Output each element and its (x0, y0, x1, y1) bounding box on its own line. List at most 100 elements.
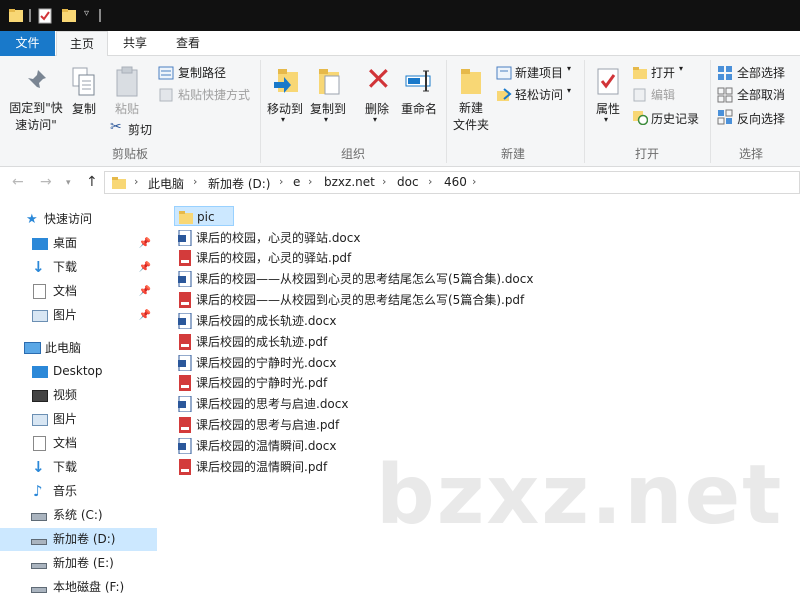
up-arrow-icon[interactable]: ↑ (86, 174, 98, 190)
breadcrumb-chevron-icon[interactable]: › (428, 175, 432, 188)
sidebar-item-videos[interactable]: 视频 (0, 384, 157, 407)
copy-button[interactable]: 复制 (67, 66, 101, 116)
pin-icon[interactable]: 📌 (139, 280, 151, 303)
back-arrow-icon[interactable]: ← (12, 174, 24, 190)
sidebar-item-label: 下载 (53, 260, 78, 274)
breadcrumb-item[interactable]: doc (397, 175, 419, 189)
file-name: 课后的校园，心灵的驿站.docx (196, 231, 361, 245)
pdf-file-icon (179, 292, 191, 308)
list-item[interactable]: pic (174, 206, 234, 226)
copy-label: 复制 (71, 102, 96, 116)
sidebar-item-label: 新加卷 (D:) (53, 532, 116, 546)
history-label: 历史记录 (651, 112, 700, 126)
new-item-dropdown-icon: ▾ (567, 64, 572, 73)
properties-button[interactable]: 属性 ▾ (588, 66, 628, 128)
title-separator (29, 9, 31, 22)
group-separator (260, 60, 261, 163)
breadcrumb-chevron-icon[interactable]: › (279, 175, 283, 188)
breadcrumb-item[interactable]: e (293, 175, 300, 189)
breadcrumb-chevron-icon[interactable]: › (308, 175, 312, 188)
file-name: 课后的校园——从校园到心灵的思考结尾怎么写(5篇合集).docx (196, 272, 534, 286)
pin-icon[interactable]: 📌 (139, 256, 151, 279)
clipboard-group-label: 剪贴板 (111, 147, 148, 161)
tab-home[interactable]: 主页 (56, 31, 108, 57)
docx-file-icon (178, 271, 192, 287)
group-separator (584, 60, 585, 163)
sidebar-item-label: 桌面 (53, 236, 78, 250)
group-separator (710, 60, 711, 163)
sidebar-item-label: 新加卷 (E:) (53, 556, 114, 570)
paste-shortcut-label: 粘贴快捷方式 (178, 88, 251, 102)
file-name: 课后校园的成长轨迹.docx (196, 314, 337, 328)
select-none-label: 全部取消 (737, 88, 786, 102)
sidebar-item-pictures-quick[interactable]: 图片 📌 (0, 304, 157, 327)
breadcrumb-item[interactable]: 新加卷 (D:) (208, 175, 270, 192)
breadcrumb-chevron-icon[interactable]: › (472, 175, 476, 188)
sidebar-item-this-pc[interactable]: 此电脑 (0, 337, 157, 360)
tab-view[interactable]: 查看 (163, 31, 213, 56)
new-folder-icon (461, 69, 481, 94)
breadcrumb-item[interactable]: 此电脑 (148, 175, 184, 192)
sidebar-item-downloads[interactable]: ↓ 下载 (0, 456, 157, 479)
sidebar-item-documents-quick[interactable]: 文档 📌 (0, 280, 157, 303)
properties-icon[interactable] (37, 7, 53, 24)
download-icon: ↓ (32, 458, 45, 476)
sidebar-item-pictures[interactable]: 图片 (0, 408, 157, 431)
sidebar-item-downloads-quick[interactable]: ↓ 下载 📌 (0, 256, 157, 279)
pin-icon[interactable]: 📌 (139, 304, 151, 327)
breadcrumb-item[interactable]: 460 (444, 175, 467, 189)
cut-button[interactable]: ✂ 剪切 (110, 119, 160, 137)
sidebar-item-label: 系统 (C:) (53, 508, 103, 522)
new-folder-button[interactable]: 新建 文件夹 (450, 66, 492, 136)
sidebar-item-quick-access[interactable]: ★ 快速访问 (0, 208, 157, 231)
paste-icon (116, 66, 138, 97)
docx-file-icon (178, 438, 192, 454)
sidebar-item-label: 下载 (53, 460, 78, 474)
forward-arrow-icon[interactable]: → (40, 174, 52, 190)
pin-quick-access-button[interactable]: 固定到"快 速访问" (4, 66, 64, 136)
new-folder-icon[interactable] (61, 7, 77, 24)
rename-button[interactable]: 重命名 (398, 66, 440, 116)
paste-button[interactable]: 粘贴 (110, 66, 144, 116)
address-bar[interactable]: › 此电脑 › 新加卷 (D:) › e › bzxz.net › doc › … (104, 171, 800, 194)
breadcrumb-item[interactable]: bzxz.net (324, 175, 375, 189)
music-icon: ♪ (33, 482, 43, 500)
copy-path-icon (158, 66, 174, 80)
desktop-icon (32, 366, 48, 378)
pdf-file-icon (179, 334, 191, 350)
sidebar-item-drive-d[interactable]: 新加卷 (D:) (0, 528, 157, 551)
breadcrumb-chevron-icon[interactable]: › (193, 175, 197, 188)
easy-access-label: 轻松访问 (515, 88, 564, 102)
delete-button[interactable]: ✕ 删除 ▾ (358, 60, 396, 128)
tab-share[interactable]: 共享 (110, 31, 160, 56)
sidebar-item-desktop-quick[interactable]: 桌面 📌 (0, 232, 157, 255)
sidebar-item-music[interactable]: ♪ 音乐 (0, 480, 157, 503)
documents-icon (33, 436, 46, 451)
file-name: 课后校园的成长轨迹.pdf (196, 335, 328, 349)
folder-icon (112, 177, 126, 189)
quick-toolbar-dropdown-icon[interactable]: ▿ (84, 8, 89, 19)
watermark: bzxz.net (376, 448, 784, 543)
tab-file[interactable]: 文件 (0, 31, 55, 56)
sidebar-item-drive-f[interactable]: 本地磁盘 (F:) (0, 576, 157, 599)
recent-dropdown-icon[interactable]: ▾ (66, 178, 71, 188)
pin-icon[interactable]: 📌 (139, 232, 151, 255)
sidebar-item-drive-e[interactable]: 新加卷 (E:) (0, 552, 157, 575)
sidebar-item-label: 视频 (53, 388, 78, 402)
sidebar-item-drive-c[interactable]: 系统 (C:) (0, 504, 157, 527)
open-group-label: 打开 (634, 147, 659, 161)
sidebar-item-label: 文档 (53, 284, 78, 298)
sidebar-item-desktop[interactable]: Desktop (0, 360, 157, 383)
copy-to-button[interactable]: 复制到 ▾ (307, 66, 349, 128)
move-to-button[interactable]: 移动到 ▾ (264, 66, 306, 128)
sidebar-item-documents[interactable]: 文档 (0, 432, 157, 455)
sidebar-item-label: 快速访问 (44, 212, 93, 226)
pictures-icon (32, 414, 48, 426)
sidebar-item-label: 本地磁盘 (F:) (53, 580, 125, 594)
breadcrumb-chevron-icon[interactable]: › (134, 175, 138, 188)
file-name: 课后校园的宁静时光.pdf (196, 376, 328, 390)
delete-icon: ✕ (365, 60, 392, 98)
breadcrumb-chevron-icon[interactable]: › (382, 175, 386, 188)
documents-icon (33, 284, 46, 299)
new-item-icon (496, 66, 512, 80)
